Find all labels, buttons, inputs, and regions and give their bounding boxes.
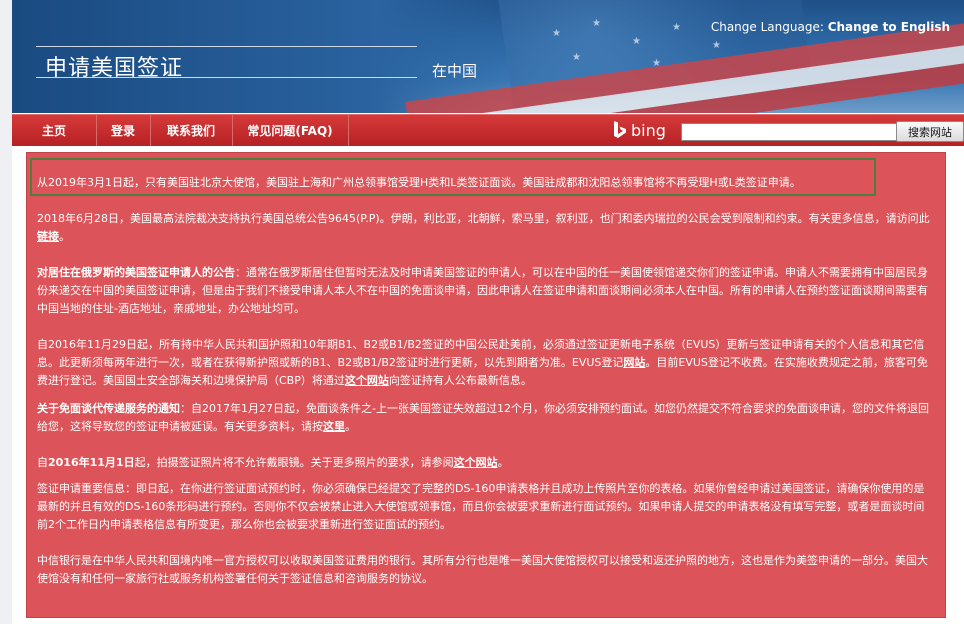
site-subtitle: 在中国	[432, 62, 478, 80]
title-rule-top	[36, 46, 417, 47]
announcement-text: 。	[497, 456, 509, 469]
nav-item-home[interactable]: 主页	[12, 115, 97, 147]
star-icon: ★	[552, 28, 561, 39]
notice-2019: 从2019年3月1日起，只有美国驻北京大使馆，美国驻上海和广州总领事馆受理H类和…	[37, 176, 801, 189]
nav-item-login[interactable]: 登录	[96, 115, 151, 147]
bing-brand: bing	[613, 121, 666, 141]
announcement-2018: 2018年6月28日，美国最高法院裁决支持执行美国总统公告9645(P.P)。伊…	[37, 210, 935, 246]
link-proclamation[interactable]: 链接	[37, 230, 59, 243]
link-cbp-site[interactable]: 这个网站	[345, 374, 389, 387]
change-language-label: Change Language:	[710, 20, 824, 34]
star-icon: ★	[632, 36, 641, 47]
link-photo-site[interactable]: 这个网站	[454, 456, 498, 469]
announcement-text: 起，拍摄签证照片将不允许戴眼镜。关于更多照片的要求，请参阅	[134, 456, 454, 469]
announcement-russia: 对居住在俄罗斯的美国签证申请人的公告：通常在俄罗斯居住但暂时无法及时申请美国签证…	[37, 264, 935, 318]
nav-item-label: 常见问题(FAQ)	[247, 124, 333, 138]
star-icon: ★	[712, 40, 721, 51]
change-language-link[interactable]: Change to English	[828, 20, 950, 34]
announcement-text: 。	[59, 230, 70, 243]
title-rule-bottom	[36, 77, 417, 78]
nav-item-label: 联系我们	[166, 124, 215, 138]
nav-item-label: 主页	[41, 124, 66, 138]
announcement-heading: 对居住在俄罗斯的美国签证申请人的公告	[37, 266, 235, 279]
announcement-text: 2018年6月28日，美国最高法院裁决支持执行美国总统公告9645(P.P)。伊…	[37, 212, 930, 225]
bing-icon	[614, 121, 626, 138]
nav-item-label: 登录	[110, 124, 135, 138]
announcement-ds160: 签证申请重要信息：即日起，在你进行签证面试预约时，你必须确保已经提交了完整的DS…	[37, 482, 925, 531]
link-here[interactable]: 这里	[323, 420, 345, 433]
star-icon: ★	[572, 52, 581, 63]
announcement-heading: 关于免面谈代传递服务的通知	[37, 402, 180, 415]
change-language: Change Language: Change to English	[711, 20, 950, 34]
announcement-dropbox: 关于免面谈代传递服务的通知：自2017年1月27日起，免面谈条件之-上一张美国签…	[37, 400, 935, 436]
nav-item-faq[interactable]: 常见问题(FAQ)	[232, 115, 349, 147]
star-icon: ★	[652, 58, 661, 69]
announcement-text: 。	[345, 420, 356, 433]
link-evus-site[interactable]: 网站	[623, 356, 645, 369]
main-nav: 主页 登录 联系我们 常见问题(FAQ) bing 搜索网站	[12, 114, 964, 147]
star-icon: ★	[592, 18, 601, 29]
search-input[interactable]	[681, 123, 897, 141]
announcement-citic-bank: 中信银行是在中华人民共和国境内唯一官方授权可以收取美国签证费用的银行。其所有分行…	[37, 554, 928, 585]
announcement-text: 向签证持有人公布最新信息。	[388, 374, 532, 387]
announcement-date: 2016年11月1日	[48, 456, 135, 469]
site-title: 申请美国签证	[45, 56, 184, 81]
announcement-text: 自	[37, 456, 48, 469]
nav-item-contact[interactable]: 联系我们	[150, 115, 233, 147]
star-icon: ★	[672, 22, 681, 33]
announcement-photo-glasses: 自2016年11月1日起，拍摄签证照片将不允许戴眼镜。关于更多照片的要求，请参阅…	[37, 454, 935, 472]
announcement-evus: 自2016年11月29日起，所有持中华人民共和国护照和10年期B1、B2或B1/…	[37, 336, 935, 390]
search-button[interactable]: 搜索网站	[896, 121, 964, 142]
bing-label: bing	[631, 121, 666, 140]
